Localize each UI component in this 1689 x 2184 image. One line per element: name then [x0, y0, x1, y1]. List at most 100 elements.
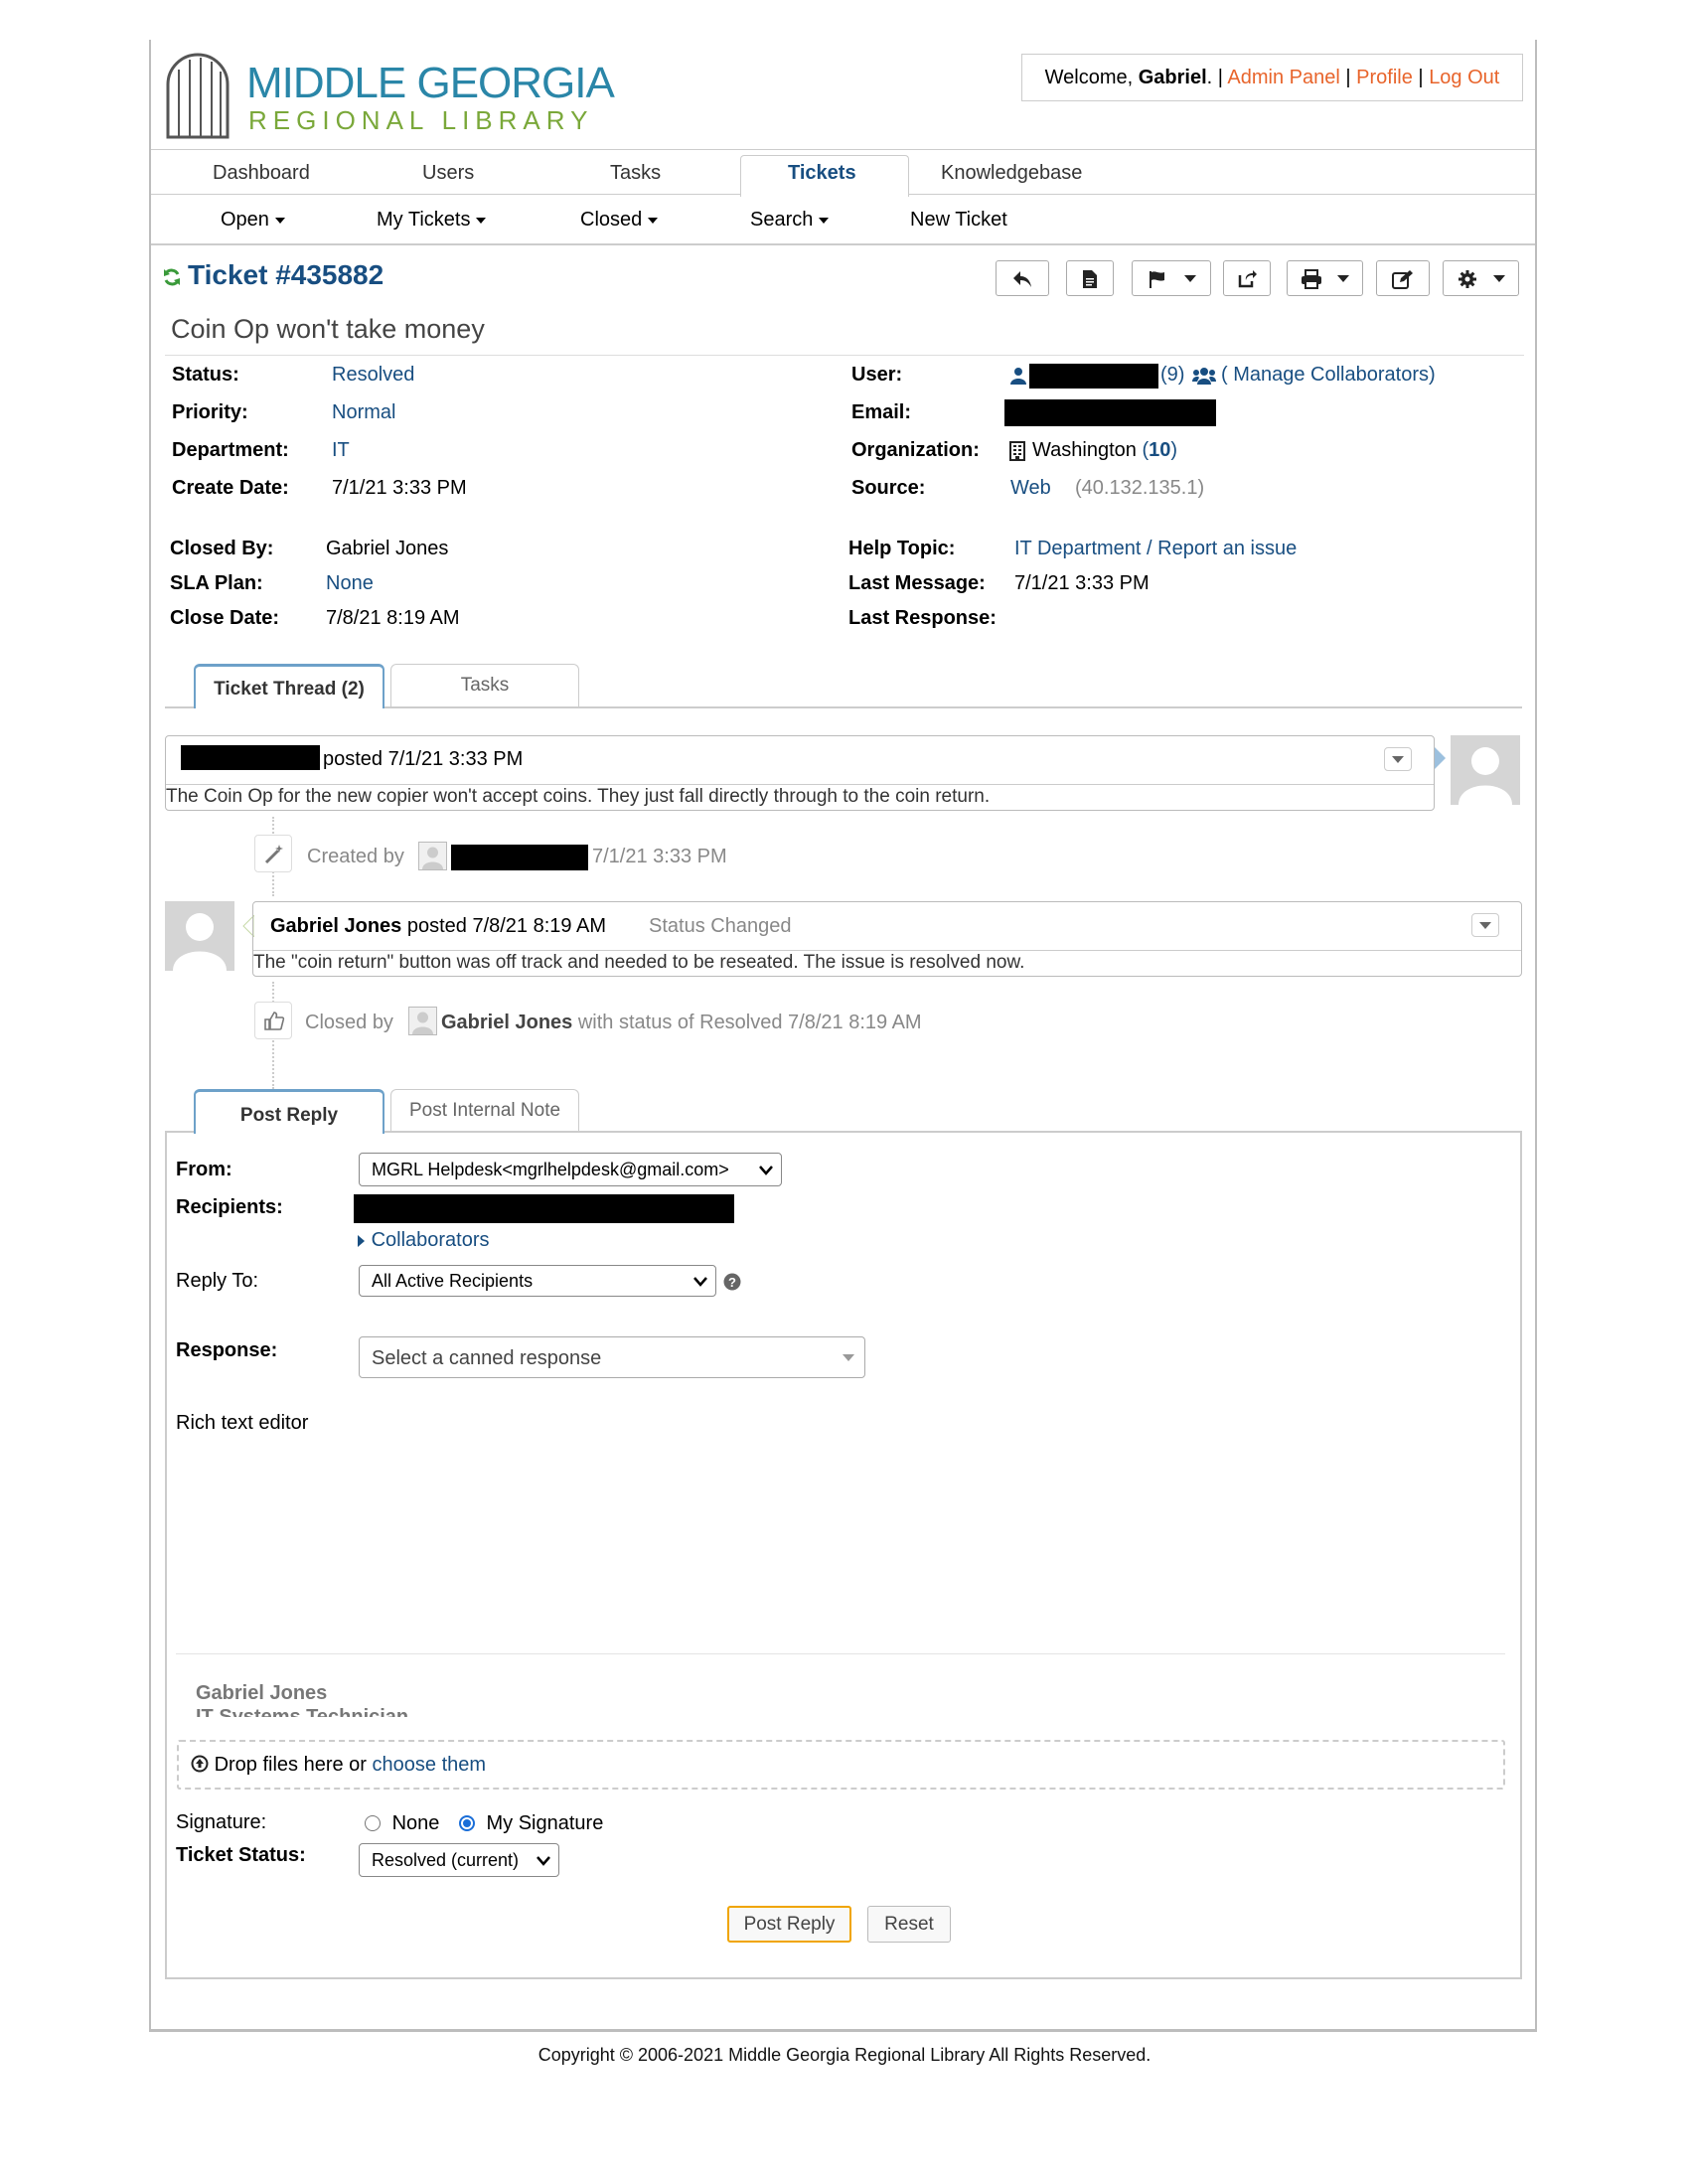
canned-response-select[interactable]: Select a canned response [359, 1336, 865, 1378]
help-topic-value[interactable]: IT Department / Report an issue [1014, 538, 1297, 560]
subnav-new-ticket[interactable]: New Ticket [910, 209, 1007, 232]
subnav-closed[interactable]: Closed [580, 209, 659, 232]
user-menu: Welcome, Gabriel. | Admin Panel | Profil… [1021, 54, 1523, 101]
collaborators-label: Collaborators [371, 1229, 490, 1251]
tab-thread-tasks[interactable]: Tasks [390, 664, 579, 706]
subnav-search[interactable]: Search [750, 209, 830, 232]
entry-options-button[interactable] [1471, 913, 1499, 937]
refresh-icon[interactable] [162, 267, 182, 287]
tab-tasks[interactable]: Tasks [610, 162, 661, 185]
signature-title: IT Systems Technician [196, 1706, 409, 1717]
status-label: Status: [172, 364, 239, 386]
reply-icon [1013, 271, 1031, 287]
reply-button[interactable] [996, 260, 1049, 296]
entry-options-button[interactable] [1384, 747, 1412, 771]
source-label: Source: [851, 477, 926, 499]
thumbs-up-icon [264, 1012, 285, 1030]
tab-post-reply[interactable]: Post Reply [194, 1089, 384, 1134]
separator: . | [1206, 67, 1223, 88]
subject-divider [165, 355, 1524, 356]
subnav-open[interactable]: Open [221, 209, 285, 232]
upload-icon [191, 1755, 209, 1773]
sla-plan-label: SLA Plan: [170, 572, 263, 594]
ticket-number[interactable]: Ticket #435882 [188, 259, 384, 291]
footer-copyright: Copyright © 2006-2021 Middle Georgia Reg… [537, 2045, 1152, 2065]
department-value[interactable]: IT [332, 439, 350, 462]
create-date-value: 7/1/21 3:33 PM [332, 477, 467, 499]
tab-post-internal-note[interactable]: Post Internal Note [390, 1089, 579, 1132]
manage-collaborators-link[interactable]: ( Manage Collaborators) [1221, 364, 1436, 387]
subnav-my-tickets[interactable]: My Tickets [377, 209, 487, 232]
from-label: From: [176, 1159, 232, 1180]
print-pdf-button[interactable] [1066, 260, 1114, 296]
event-closed-status: with status of Resolved 7/8/21 8:19 AM [577, 1012, 922, 1033]
entry-author: Gabriel Jones [270, 915, 402, 937]
caret-down-icon [819, 217, 830, 224]
close-date-value: 7/8/21 8:19 AM [326, 607, 460, 629]
logo-title: MIDDLE GEORGIA [246, 59, 615, 107]
choose-files-link[interactable]: choose them [373, 1754, 487, 1776]
organization-count[interactable]: 10 [1149, 439, 1170, 461]
avatar [165, 901, 234, 971]
admin-panel-link[interactable]: Admin Panel [1227, 67, 1339, 88]
caret-right-icon [358, 1234, 365, 1247]
event-icon-box [254, 835, 292, 872]
profile-link[interactable]: Profile [1356, 67, 1413, 88]
caret-down-icon [648, 217, 659, 224]
source-ip: (40.132.135.1) [1075, 477, 1205, 499]
ticket-status-select[interactable]: Resolved (current) [359, 1843, 559, 1877]
drop-files-label: Drop files here or [214, 1754, 367, 1776]
caret-down-icon [1337, 275, 1349, 282]
entry-status-changed: Status Changed [649, 915, 792, 937]
event-created-label: Created by [307, 846, 404, 867]
radio-label-my-signature: My Signature [486, 1812, 604, 1834]
user-ticket-count[interactable]: (9) [1160, 364, 1184, 387]
tab-dashboard[interactable]: Dashboard [213, 162, 310, 185]
reply-to-value: All Active Recipients [372, 1271, 534, 1291]
help-icon[interactable]: ? [723, 1273, 741, 1291]
event-created-time: 7/1/21 3:33 PM [592, 846, 727, 867]
last-response-label: Last Response: [848, 607, 997, 629]
event-closed-label: Closed by [305, 1012, 393, 1033]
from-select[interactable]: MGRL Helpdesk<mgrlhelpdesk@gmail.com> [359, 1153, 782, 1186]
rich-text-editor[interactable] [176, 1441, 1505, 1721]
source-value[interactable]: Web [1010, 477, 1051, 500]
reply-to-select[interactable]: All Active Recipients [359, 1265, 716, 1297]
tab-knowledgebase[interactable]: Knowledgebase [941, 162, 1082, 185]
edit-icon [1392, 270, 1413, 289]
redacted-author [181, 745, 320, 770]
tab-ticket-thread[interactable]: Ticket Thread (2) [194, 664, 384, 708]
transfer-button[interactable] [1223, 260, 1271, 296]
caret-down-icon [843, 1354, 854, 1361]
logo[interactable]: MIDDLE GEORGIA REGIONAL LIBRARY [165, 50, 615, 141]
organization-value[interactable]: Washington (10) [1032, 439, 1177, 462]
tab-tickets[interactable]: Tickets [788, 162, 856, 185]
radio-signature-mine[interactable] [458, 1815, 475, 1831]
organization-label: Organization: [851, 439, 980, 461]
from-select-value: MGRL Helpdesk<mgrlhelpdesk@gmail.com> [372, 1160, 729, 1179]
post-reply-button[interactable]: Post Reply [727, 1906, 851, 1943]
priority-value[interactable]: Normal [332, 401, 395, 424]
logout-link[interactable]: Log Out [1429, 67, 1499, 88]
print-dropdown-button[interactable] [1287, 260, 1363, 296]
collaborators-toggle[interactable]: Collaborators [358, 1228, 490, 1252]
reset-button[interactable]: Reset [867, 1906, 951, 1943]
flag-dropdown-button[interactable] [1132, 260, 1211, 296]
logo-subtitle: REGIONAL LIBRARY [248, 105, 594, 135]
event-closed-author: Gabriel Jones [441, 1012, 573, 1033]
signature-divider [176, 1653, 1505, 1654]
avatar [1451, 735, 1520, 805]
edit-button[interactable] [1376, 260, 1430, 296]
caret-down-icon [1184, 275, 1196, 282]
event-closed-details: Gabriel Jones with status of Resolved 7/… [441, 1011, 922, 1034]
response-label: Response: [176, 1339, 278, 1361]
avatar [418, 842, 447, 870]
radio-signature-none[interactable] [365, 1815, 381, 1831]
status-value[interactable]: Resolved [332, 364, 414, 387]
welcome-text: Welcome, [1044, 67, 1139, 88]
sla-plan-value[interactable]: None [326, 572, 374, 595]
settings-dropdown-button[interactable] [1443, 260, 1519, 296]
rich-text-editor-label: Rich text editor [176, 1412, 309, 1434]
organization-name[interactable]: Washington [1032, 439, 1137, 461]
tab-users[interactable]: Users [422, 162, 474, 185]
